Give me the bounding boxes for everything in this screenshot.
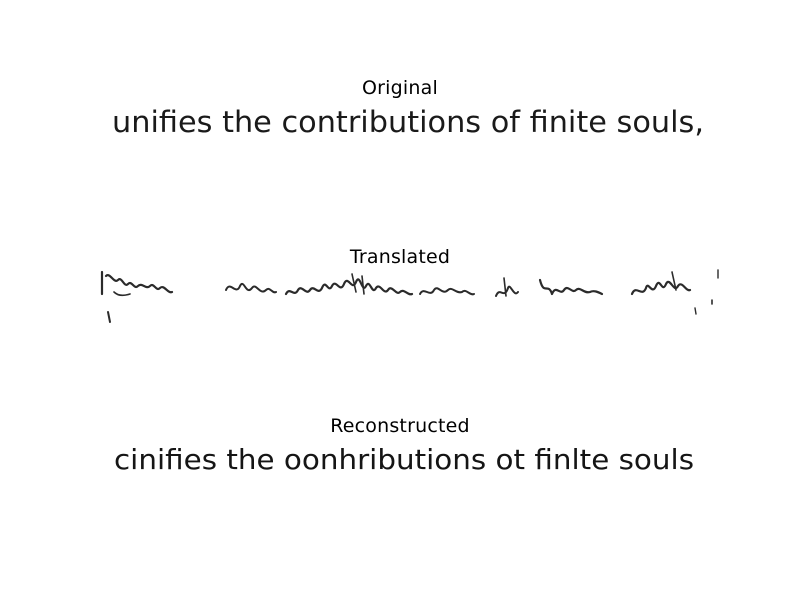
translated-line-image: [100, 269, 719, 323]
reconstructed-line-text: cinifies the oonhributions ot finlte sou…: [114, 443, 694, 476]
original-line-text: unifies the contributions of finite soul…: [112, 105, 704, 139]
original-line-image: unifies the contributions of finite soul…: [112, 105, 704, 139]
reconstructed-line-image: cinifies the oonhributions ot finlte sou…: [114, 443, 694, 476]
translated-handwriting: [100, 269, 719, 323]
translated-title: Translated: [349, 246, 451, 268]
